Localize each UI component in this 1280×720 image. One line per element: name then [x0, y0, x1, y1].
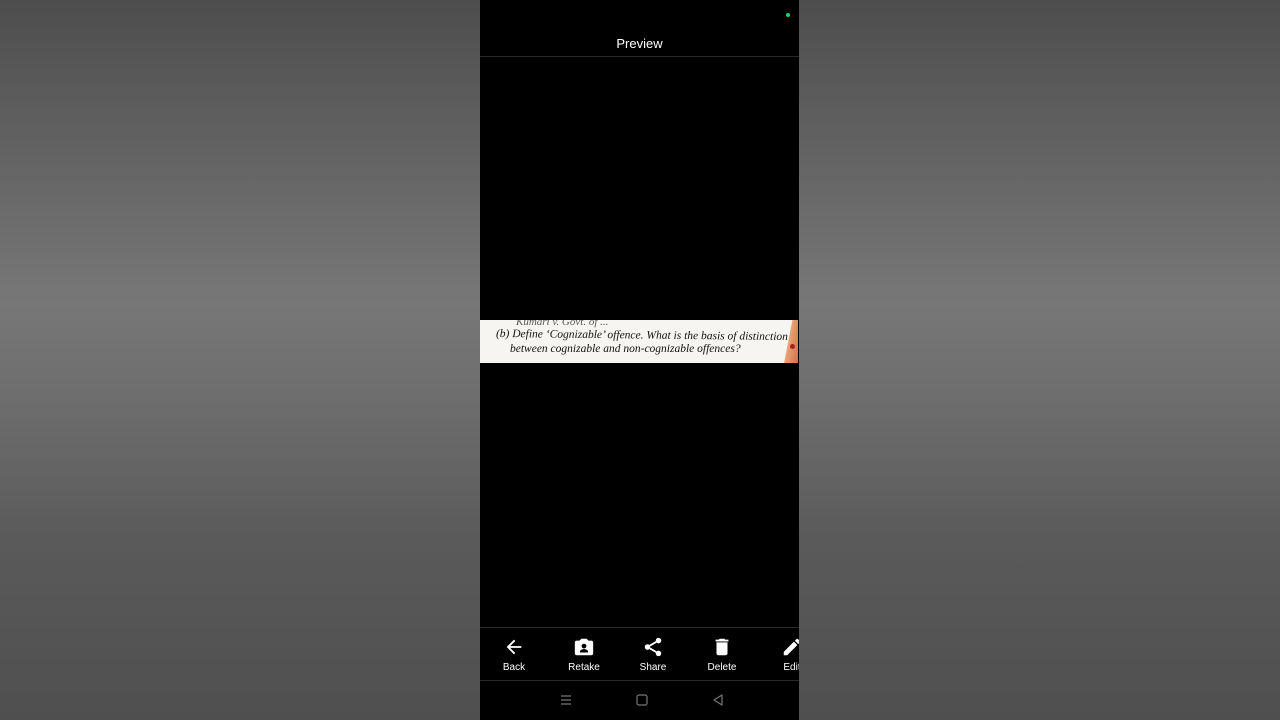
scan-text-line-2: between cognizable and non-cognizable of…: [510, 343, 741, 355]
retake-button[interactable]: Retake: [554, 628, 614, 680]
back-label: Back: [502, 662, 526, 673]
system-navigation-bar: [480, 680, 799, 720]
scan-cut-text: Kumari v. Govt. of ...: [516, 320, 609, 328]
home-icon[interactable]: [634, 692, 650, 708]
camera-retake-icon: [574, 638, 594, 656]
pencil-icon: [783, 638, 799, 656]
share-button[interactable]: Share: [623, 628, 683, 680]
share-label: Share: [639, 662, 667, 673]
menu-icon[interactable]: [558, 692, 574, 708]
back-triangle-icon[interactable]: [710, 692, 726, 708]
scan-text-line-1: (b) Define ‘Cognizable’ offence. What is…: [495, 328, 788, 344]
retake-label: Retake: [568, 662, 600, 673]
share-icon: [644, 637, 662, 657]
phone-screen: Preview Kumari v. Govt. of ... (b) Defin…: [480, 0, 799, 720]
back-button[interactable]: Back: [484, 628, 544, 680]
edit-button[interactable]: Edit: [762, 628, 799, 680]
arrow-left-icon: [506, 639, 522, 655]
header: Preview: [480, 0, 799, 57]
scan-edge-mark: [790, 344, 795, 349]
delete-label: Delete: [707, 662, 737, 673]
scanned-document-image: Kumari v. Govt. of ... (b) Define ‘Cogni…: [480, 320, 798, 363]
action-toolbar: Back Retake Share Delete Edit: [480, 627, 799, 681]
delete-button[interactable]: Delete: [692, 628, 752, 680]
page-title: Preview: [616, 36, 663, 51]
document-preview-area[interactable]: Kumari v. Govt. of ... (b) Define ‘Cogni…: [480, 57, 799, 627]
edit-label: Edit: [783, 662, 799, 673]
trash-icon: [715, 638, 729, 656]
